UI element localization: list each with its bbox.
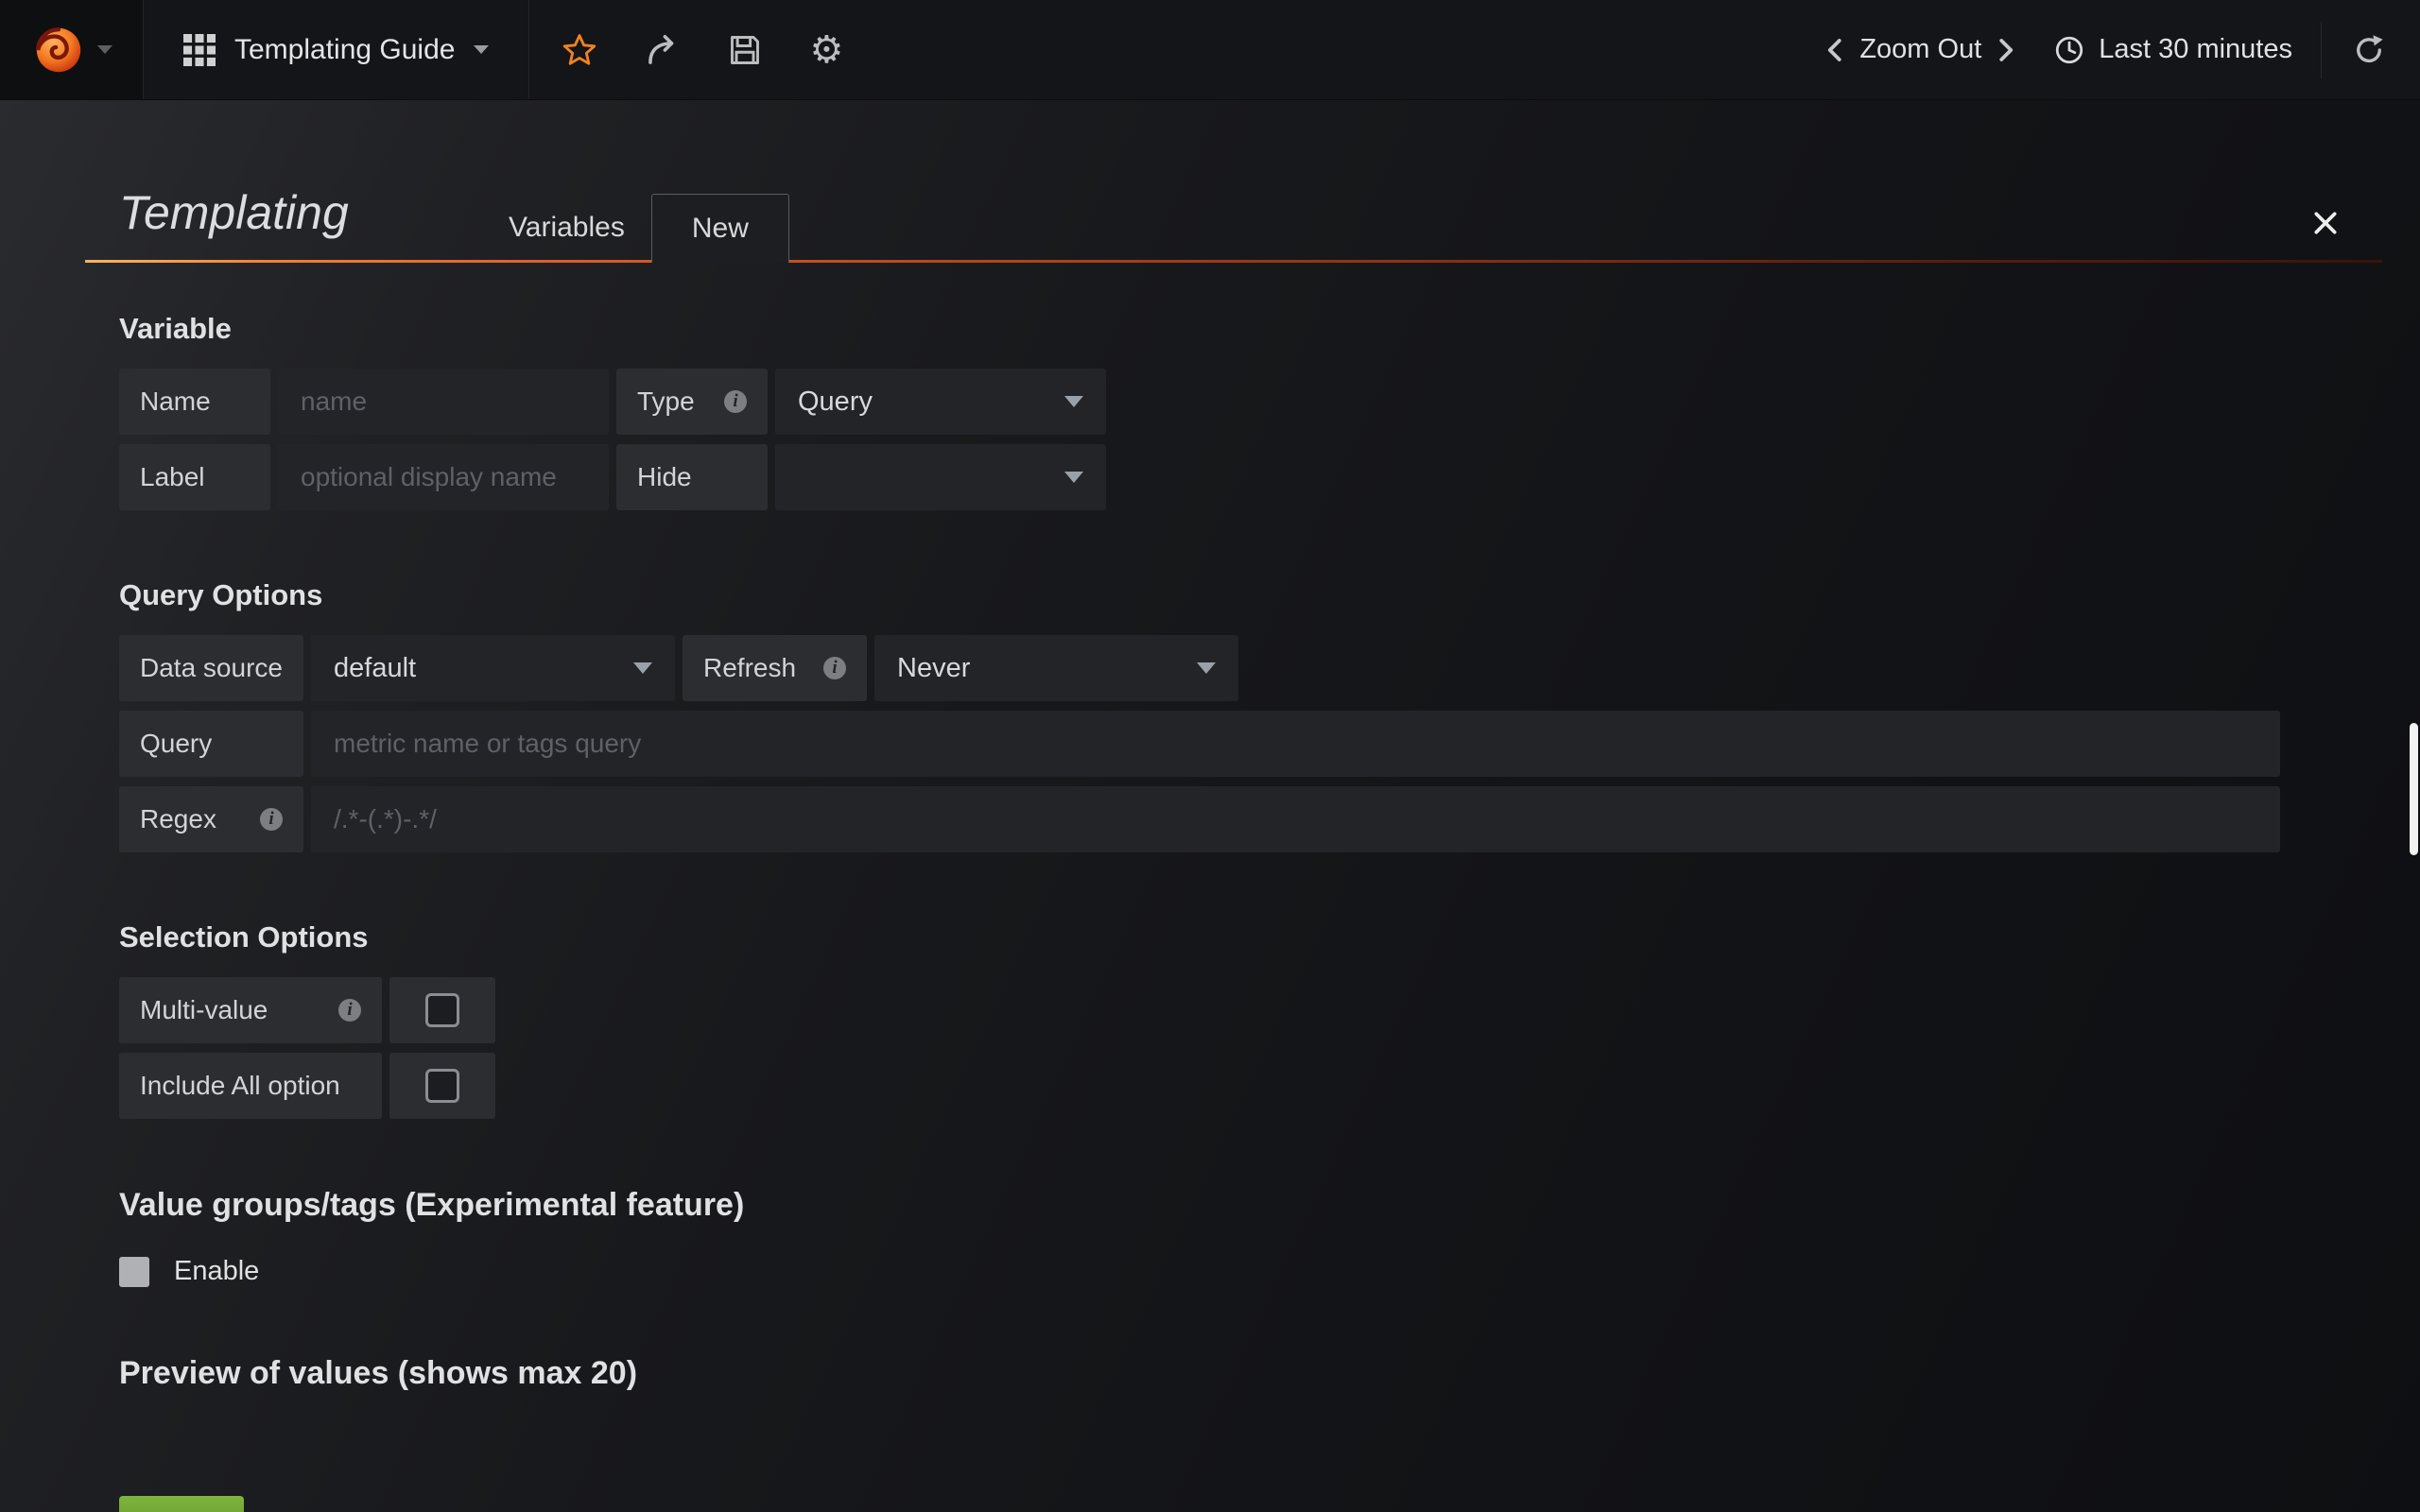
clock-icon [2053,34,2085,66]
close-icon[interactable] [2312,210,2339,236]
chevron-down-icon [633,662,652,674]
preview-heading: Preview of values (shows max 20) [119,1355,2382,1392]
include-all-checkbox-box [389,1053,495,1119]
share-icon[interactable] [645,32,681,68]
type-label-text: Type [637,387,695,417]
regex-label-text: Regex [140,804,216,834]
name-input[interactable] [278,369,609,435]
chevron-down-icon [1064,472,1083,483]
regex-info-icon[interactable]: i [260,808,283,831]
zoom-out-button[interactable]: Zoom Out [1859,34,1981,65]
variable-name-row: Name Type i Query [119,369,2280,435]
include-all-row: Include All option [119,1053,2280,1119]
regex-label: Regex i [119,786,303,852]
datasource-select[interactable]: default [311,635,675,701]
enable-row: Enable [119,1256,2382,1287]
regex-input[interactable] [311,786,2280,852]
dashboard-background: Templating Variables New Variable Name T… [0,100,2420,1512]
label-input[interactable] [278,444,609,510]
scrollbar-thumb[interactable] [2410,723,2418,855]
datasource-label: Data source [119,635,303,701]
multi-value-label-text: Multi-value [140,995,268,1025]
type-select[interactable]: Query [775,369,1106,435]
enable-checkbox[interactable] [119,1257,149,1287]
multi-value-row: Multi-value i [119,977,2280,1043]
variable-label-row: Label Hide [119,444,2280,510]
zoom-out-label: Zoom Out [1859,34,1981,65]
variable-heading: Variable [119,312,2382,346]
grafana-logo-icon [31,23,86,77]
variable-section: Variable Name Type i Query Label Hide [85,312,2382,510]
refresh-label-text: Refresh [703,653,796,683]
top-navbar: Templating Guide ⚙ [0,0,2420,100]
time-range-label: Last 30 minutes [2099,34,2292,65]
time-shift-right-button[interactable] [1981,36,2029,64]
query-input[interactable] [311,711,2280,777]
type-label: Type i [616,369,768,435]
logo-caret-icon [97,45,112,54]
star-icon[interactable] [562,32,597,68]
regex-row: Regex i [119,786,2280,852]
preview-section: Preview of values (shows max 20) Add [85,1355,2382,1512]
value-groups-heading: Value groups/tags (Experimental feature) [119,1187,2382,1224]
chevron-down-icon [1197,662,1216,674]
refresh-button[interactable] [2321,22,2386,78]
tab-variables[interactable]: Variables [482,193,651,263]
multi-value-checkbox-box [389,977,495,1043]
query-label: Query [119,711,303,777]
query-options-heading: Query Options [119,578,2382,612]
include-all-label: Include All option [119,1053,382,1119]
templating-editor: Templating Variables New Variable Name T… [85,100,2382,1512]
time-shift-left-button[interactable] [1812,36,1859,64]
time-controls: Zoom Out Last 30 minutes [1812,0,2420,99]
add-button[interactable]: Add [119,1496,244,1512]
multi-value-checkbox[interactable] [425,993,459,1027]
chevron-down-icon [1064,396,1083,407]
value-groups-section: Value groups/tags (Experimental feature)… [85,1187,2382,1287]
refresh-select[interactable]: Never [874,635,1238,701]
page-title: Templating [119,185,349,240]
datasource-row: Data source default Refresh i Never [119,635,2280,701]
dashboard-picker[interactable]: Templating Guide [144,0,528,99]
query-options-section: Query Options Data source default Refres… [85,578,2382,852]
dashboard-caret-icon [474,45,489,54]
templating-header: Templating Variables New [85,100,2382,263]
gear-icon[interactable]: ⚙ [809,31,843,69]
refresh-select-value: Never [897,653,970,684]
templating-tabs: Variables New [482,193,789,263]
navbar-actions: ⚙ [528,0,875,99]
tab-new[interactable]: New [651,194,789,263]
include-all-checkbox[interactable] [425,1069,459,1103]
save-icon[interactable] [728,33,762,67]
brand-gradient-divider [85,260,2382,263]
dashboard-grid-icon [183,34,216,66]
refresh-info-icon[interactable]: i [823,657,846,679]
enable-label: Enable [174,1256,259,1287]
datasource-select-value: default [334,653,416,684]
name-label: Name [119,369,270,435]
dashboard-title: Templating Guide [234,34,455,66]
label-label: Label [119,444,270,510]
hide-label: Hide [616,444,768,510]
multi-value-info-icon[interactable]: i [338,999,361,1022]
refresh-icon [2352,33,2386,67]
hide-select[interactable] [775,444,1106,510]
refresh-label: Refresh i [683,635,867,701]
query-row: Query [119,711,2280,777]
multi-value-label: Multi-value i [119,977,382,1043]
selection-options-section: Selection Options Multi-value i Include … [85,920,2382,1119]
grafana-logo-button[interactable] [0,0,144,99]
type-info-icon[interactable]: i [724,390,747,413]
type-select-value: Query [798,387,873,418]
time-range-picker[interactable]: Last 30 minutes [2053,34,2292,66]
selection-options-heading: Selection Options [119,920,2382,954]
